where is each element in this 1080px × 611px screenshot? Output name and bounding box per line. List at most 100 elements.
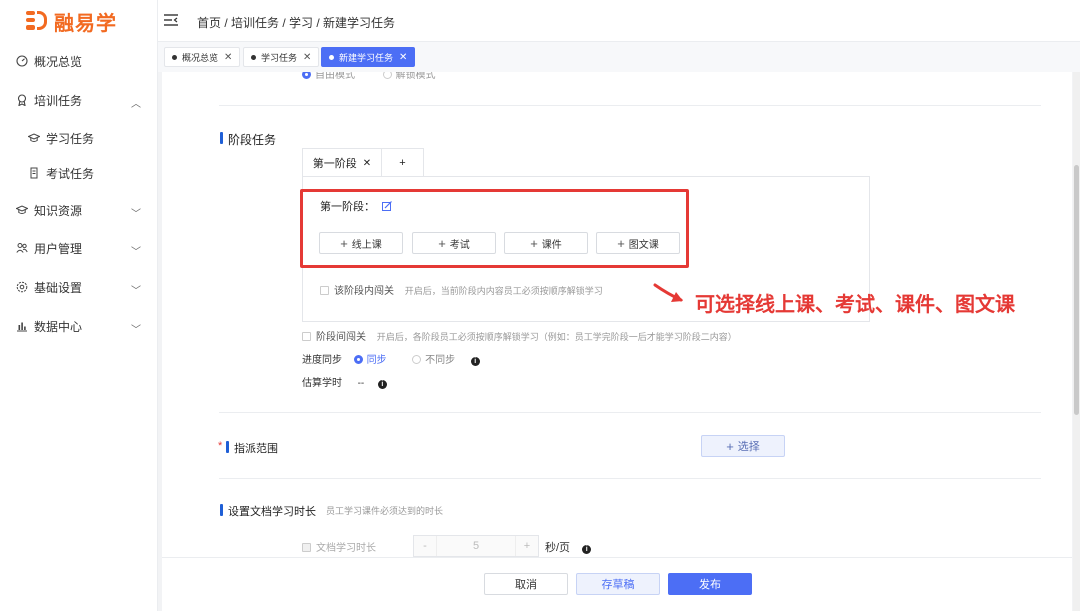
form-footer: 取消 存草稿 发布 — [162, 557, 1072, 611]
tab-overview[interactable]: 概况总览 ✕ — [164, 47, 241, 67]
inner-lock-checkbox[interactable] — [320, 286, 329, 295]
tab-dot — [329, 54, 334, 60]
info-icon[interactable]: i — [470, 357, 480, 366]
bar-chart-icon — [16, 320, 28, 332]
button-label: 选择 — [737, 441, 760, 453]
chevron-down-icon: ﹀ — [131, 325, 141, 336]
option-hint: 开启后，各阶段员工必须按顺序解锁学习（例如：员工学完阶段一后才能学习阶段二内容） — [376, 332, 737, 342]
tab-new-study-task[interactable]: 新建学习任务 ✕ — [321, 47, 416, 67]
chevron-down-icon: ﹀ — [131, 209, 141, 220]
progress-sync-row: 进度同步 同步 不同步 i — [302, 351, 480, 366]
section-marker — [226, 441, 229, 453]
sidebar-item-knowledge[interactable]: 知识资源 ﹀ — [0, 193, 158, 227]
stage-tab-label: 第一阶段 — [312, 158, 357, 170]
no-sync-radio[interactable] — [412, 355, 422, 364]
menu-fold-icon[interactable] — [164, 13, 178, 29]
tab-dot — [172, 54, 177, 60]
minus-button[interactable]: - — [414, 536, 436, 556]
brand-logo[interactable]: 融易学 — [26, 9, 117, 35]
sidebar: 融易学 概况总览 培训任务 ︿ 学习任务 考试任务 知识资源 ﹀ 用户管理 ﹀ … — [0, 0, 158, 611]
close-icon[interactable]: ✕ — [399, 52, 407, 63]
document-icon — [28, 167, 40, 179]
annotation-text: 可选择线上课、考试、课件、图文课 — [695, 292, 1015, 316]
logo-icon — [26, 10, 48, 32]
mode-option-label: 自由模式 — [315, 72, 355, 81]
graduation-cap-icon — [16, 204, 28, 216]
graduation-cap-icon — [28, 132, 40, 144]
cancel-button[interactable]: 取消 — [484, 573, 568, 595]
divider — [219, 478, 1041, 479]
highlight-box — [300, 189, 689, 268]
section-title-stage: 阶段任务 — [228, 133, 277, 147]
sidebar-item-label: 基础设置 — [34, 280, 83, 295]
divider — [219, 412, 1041, 413]
close-icon[interactable]: ✕ — [363, 158, 371, 169]
sidebar-item-overview[interactable]: 概况总览 — [0, 44, 158, 78]
section-title-doc-duration: 设置文档学习时长 — [228, 506, 316, 518]
brand-name: 融易学 — [54, 10, 117, 35]
save-draft-button[interactable]: 存草稿 — [576, 573, 660, 595]
radio-label: 同步 — [366, 355, 387, 366]
settings-icon — [16, 281, 28, 293]
sidebar-item-data-center[interactable]: 数据中心 ﹀ — [0, 309, 158, 343]
sidebar-item-label: 知识资源 — [34, 203, 83, 218]
radio-label: 不同步 — [425, 355, 456, 366]
mode-options: 自由模式 解锁模式 — [302, 72, 436, 81]
add-stage-tab[interactable]: + — [381, 148, 424, 177]
sync-radio[interactable] — [353, 355, 363, 364]
between-lock-option[interactable]: 阶段间闯关 开启后，各阶段员工必须按顺序解锁学习（例如：员工学完阶段一后才能学习… — [302, 328, 737, 343]
tab-label: 新建学习任务 — [339, 52, 394, 63]
mode-radio-unlock[interactable] — [382, 72, 392, 79]
between-lock-checkbox[interactable] — [302, 332, 311, 341]
sidebar-item-label: 概况总览 — [34, 54, 83, 69]
chevron-down-icon: ﹀ — [131, 247, 141, 258]
required-mark: * — [218, 440, 223, 452]
plus-icon: + — [726, 438, 734, 454]
scrollbar-thumb[interactable] — [1074, 165, 1079, 415]
info-icon[interactable]: i — [377, 380, 387, 389]
tab-dot — [251, 54, 256, 60]
page-tabs: 概况总览 ✕ 学习任务 ✕ 新建学习任务 ✕ — [158, 42, 1080, 72]
tab-label: 概况总览 — [182, 52, 219, 63]
top-header: 首页 / 培训任务 / 学习 / 新建学习任务 — [158, 0, 1080, 42]
doc-duration-stepper[interactable]: - 5 + — [413, 535, 539, 557]
sidebar-item-label: 培训任务 — [34, 93, 83, 108]
sidebar-item-exam-task[interactable]: 考试任务 — [0, 156, 158, 190]
award-icon — [16, 94, 28, 106]
dashboard-icon — [16, 55, 28, 67]
close-icon[interactable]: ✕ — [303, 52, 311, 63]
mode-radio-free[interactable] — [302, 72, 311, 79]
section-marker — [220, 132, 223, 144]
section-marker — [220, 504, 223, 516]
close-icon[interactable]: ✕ — [224, 52, 232, 63]
tab-label: 学习任务 — [261, 52, 298, 63]
select-assign-button[interactable]: + 选择 — [701, 435, 785, 457]
field-label: 进度同步 — [302, 355, 342, 366]
option-label: 文档学习时长 — [316, 543, 376, 554]
mode-option-label: 解锁模式 — [395, 72, 436, 81]
estimate-hours-row: 估算学时 -- i — [302, 374, 387, 389]
section-hint: 员工学习课件必须达到的时长 — [326, 506, 444, 516]
breadcrumb[interactable]: 首页 / 培训任务 / 学习 / 新建学习任务 — [197, 14, 395, 31]
sidebar-item-settings[interactable]: 基础设置 ﹀ — [0, 270, 158, 304]
chevron-down-icon: ﹀ — [131, 286, 141, 297]
stage-tab-first[interactable]: 第一阶段 ✕ — [302, 148, 382, 177]
plus-button[interactable]: + — [516, 536, 538, 556]
info-icon[interactable]: i — [582, 545, 592, 554]
doc-duration-checkbox[interactable] — [302, 543, 311, 552]
sidebar-item-label: 学习任务 — [46, 131, 95, 146]
publish-button[interactable]: 发布 — [668, 573, 752, 595]
field-label: 估算学时 — [302, 378, 342, 389]
sidebar-item-users[interactable]: 用户管理 ﹀ — [0, 231, 158, 265]
sidebar-item-study-task[interactable]: 学习任务 — [0, 121, 158, 155]
estimate-value: -- — [357, 378, 365, 389]
sidebar-item-label: 数据中心 — [34, 319, 83, 334]
inner-lock-option[interactable]: 该阶段内闯关 开启后，当前阶段内内容员工必须按顺序解锁学习 — [320, 282, 603, 297]
option-label: 阶段间闯关 — [316, 332, 366, 343]
tab-study-task[interactable]: 学习任务 ✕ — [243, 47, 320, 67]
sidebar-item-training[interactable]: 培训任务 ︿ — [0, 83, 158, 117]
unit-text: 秒/页 — [545, 542, 571, 554]
option-label: 该阶段内闯关 — [334, 286, 394, 297]
stepper-value[interactable]: 5 — [436, 536, 516, 556]
doc-duration-option[interactable]: 文档学习时长 — [302, 539, 376, 554]
